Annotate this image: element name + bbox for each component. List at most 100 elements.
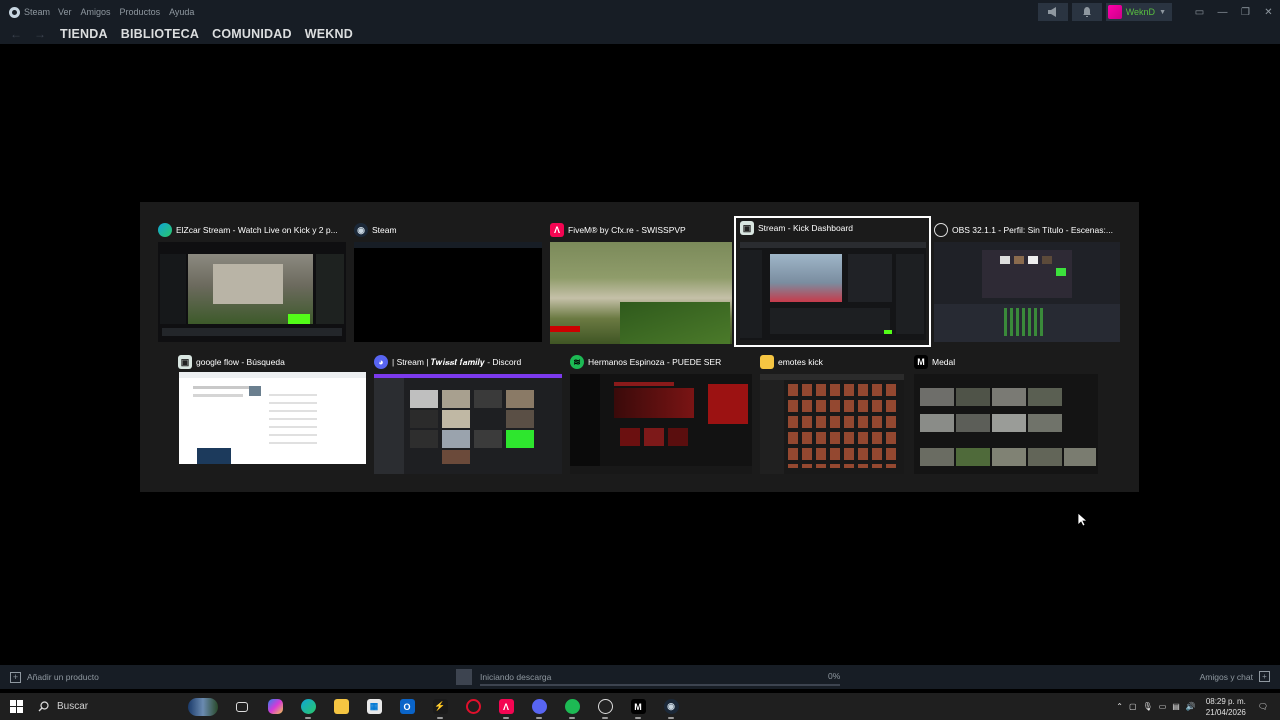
notification-center-icon[interactable]: 🗨 xyxy=(1258,702,1268,711)
nav-biblioteca[interactable]: BIBLIOTECA xyxy=(121,27,199,41)
steam-navbar: ← → TIENDA BIBLIOTECA COMUNIDAD WEKND xyxy=(0,24,1280,44)
edge-icon xyxy=(158,223,172,237)
switcher-window-discord[interactable]: ◕ | Stream | 𝑻𝒘𝒊𝒔𝒔𝒕 𝒇𝒂𝒎𝒊𝒍𝒚 - Discord xyxy=(374,352,564,474)
taskbar-steam[interactable]: ◉ xyxy=(659,693,683,720)
taskbar-spotify[interactable] xyxy=(560,693,584,720)
switcher-window-obs[interactable]: OBS 32.1.1 - Perfil: Sin Título - Escena… xyxy=(934,220,1122,342)
windows-logo-icon xyxy=(9,700,16,706)
plus-icon: + xyxy=(10,671,21,683)
window-thumbnail xyxy=(374,374,562,474)
window-thumbnail xyxy=(158,242,346,342)
taskbar-store[interactable]: ▦ xyxy=(362,693,386,720)
medal-icon: M xyxy=(914,355,928,369)
friends-chat-label: Amigos y chat xyxy=(1199,671,1253,682)
download-percent: 0% xyxy=(828,671,841,681)
window-title: | Stream | 𝑻𝒘𝒊𝒔𝒔𝒕 𝒇𝒂𝒎𝒊𝒍𝒚 - Discord xyxy=(392,356,522,367)
forward-arrow-icon[interactable]: → xyxy=(34,27,46,41)
taskbar-outlook[interactable]: O xyxy=(395,693,419,720)
switcher-window-steam[interactable]: ◉ Steam xyxy=(354,220,542,342)
menu-ayuda[interactable]: Ayuda xyxy=(169,7,194,17)
obs-icon xyxy=(597,699,613,714)
nav-tienda[interactable]: TIENDA xyxy=(60,27,108,41)
store-icon: ▦ xyxy=(366,699,382,714)
steam-menu[interactable]: Steam xyxy=(9,6,51,18)
start-button[interactable] xyxy=(0,693,32,720)
switcher-window-kick-dashboard[interactable]: ▣ Stream - Kick Dashboard xyxy=(734,216,931,347)
announcements-button[interactable] xyxy=(1037,3,1068,21)
close-icon[interactable]: ✕ xyxy=(1257,7,1280,18)
downloads-button[interactable]: Iniciando descarga xyxy=(456,669,551,685)
chevron-down-icon: ▼ xyxy=(1159,8,1166,16)
taskbar-opera[interactable] xyxy=(461,693,485,720)
switcher-window-google-flow[interactable]: ▣ google flow - Búsqueda xyxy=(178,352,368,466)
switcher-window-fivem[interactable]: Λ FiveM® by Cfx.re - SWISSPVP xyxy=(550,220,734,344)
fivem-icon: ⚡ xyxy=(432,699,448,714)
microphone-icon[interactable]: 🎙 xyxy=(1143,702,1153,711)
tray-monitor-icon[interactable]: ▭ xyxy=(1159,702,1167,711)
nav-comunidad[interactable]: COMUNIDAD xyxy=(212,27,292,41)
steam-icon: ◉ xyxy=(663,699,679,714)
menu-productos[interactable]: Productos xyxy=(120,7,161,17)
nav-wekd[interactable]: WEKND xyxy=(305,27,353,41)
taskbar-fivem[interactable]: ⚡ xyxy=(428,693,452,720)
kick-icon: ▣ xyxy=(740,221,754,235)
medal-icon: M xyxy=(630,699,646,714)
taskbar-discord[interactable] xyxy=(527,693,551,720)
switcher-window-spotify[interactable]: ≋ Hermanos Espinoza - PUEDE SER xyxy=(570,352,754,474)
taskbar-medal[interactable]: M xyxy=(626,693,650,720)
taskbar-copilot[interactable] xyxy=(263,693,287,720)
taskbar-edge[interactable] xyxy=(296,693,320,720)
taskbar-obs[interactable] xyxy=(593,693,617,720)
steam-icon: ◉ xyxy=(354,223,368,237)
taskbar-clock[interactable]: 08:29 p. m. 21/04/2026 xyxy=(1206,696,1246,718)
megaphone-icon xyxy=(1048,7,1057,17)
steam-menu-label: Steam xyxy=(24,7,51,17)
switcher-window-medal[interactable]: M Medal xyxy=(914,352,1100,474)
task-view-button[interactable] xyxy=(230,693,254,720)
network-icon[interactable]: ▤ xyxy=(1172,702,1180,711)
download-game-icon xyxy=(456,669,472,685)
friends-chat-button[interactable]: Amigos y chat + xyxy=(1200,671,1270,682)
discord-icon: ◕ xyxy=(374,355,388,369)
notifications-button[interactable] xyxy=(1071,3,1102,21)
add-product-button[interactable]: + Añadir un producto xyxy=(10,671,99,683)
window-thumbnail xyxy=(179,372,366,464)
switcher-window-emotes-folder[interactable]: emotes kick xyxy=(760,352,906,474)
taskbar-search[interactable]: Buscar xyxy=(38,697,218,716)
switcher-window-kick-stream[interactable]: ElZcar Stream - Watch Live on Kick y 2 p… xyxy=(158,220,348,342)
window-title: OBS 32.1.1 - Perfil: Sin Título - Escena… xyxy=(952,225,1113,235)
cursor-arrow-icon xyxy=(1078,513,1087,527)
fivem-logo-icon: Λ xyxy=(498,699,514,714)
discord-icon xyxy=(531,699,547,714)
chat-plus-icon: + xyxy=(1259,671,1270,682)
maximize-icon[interactable]: ❐ xyxy=(1234,7,1257,18)
taskbar-file-explorer[interactable] xyxy=(329,693,353,720)
avatar xyxy=(1107,5,1122,19)
window-title: FiveM® by Cfx.re - SWISSPVP xyxy=(568,225,686,235)
window-title: google flow - Búsqueda xyxy=(196,357,285,367)
window-thumbnail xyxy=(354,242,542,342)
opera-icon xyxy=(465,699,481,714)
window-thumbnail xyxy=(740,242,926,340)
bell-icon xyxy=(1082,7,1091,17)
steam-bottombar: + Añadir un producto Iniciando descarga … xyxy=(0,665,1280,689)
download-progress-bar xyxy=(480,684,840,686)
tray-app-icon[interactable]: ▢ xyxy=(1129,702,1137,711)
back-arrow-icon[interactable]: ← xyxy=(10,27,22,41)
user-menu[interactable]: WeknD ▼ xyxy=(1105,3,1172,21)
window-thumbnail xyxy=(570,374,752,474)
big-picture-icon[interactable]: ▭ xyxy=(1188,7,1211,18)
taskbar-fivem-2[interactable]: Λ xyxy=(494,693,518,720)
window-thumbnail xyxy=(934,242,1120,342)
obs-icon xyxy=(934,223,948,237)
window-title: Hermanos Espinoza - PUEDE SER xyxy=(588,357,722,367)
download-status: Iniciando descarga xyxy=(480,672,552,682)
menu-amigos[interactable]: Amigos xyxy=(81,7,111,17)
volume-icon[interactable]: 🔊 xyxy=(1186,702,1196,711)
minimize-icon[interactable]: — xyxy=(1211,7,1234,18)
menu-ver[interactable]: Ver xyxy=(58,7,72,17)
tray-overflow-icon[interactable]: ⌃ xyxy=(1116,702,1123,711)
window-title: ElZcar Stream - Watch Live on Kick y 2 p… xyxy=(176,225,338,235)
search-icon xyxy=(38,701,49,712)
window-title: Stream - Kick Dashboard xyxy=(758,223,853,233)
